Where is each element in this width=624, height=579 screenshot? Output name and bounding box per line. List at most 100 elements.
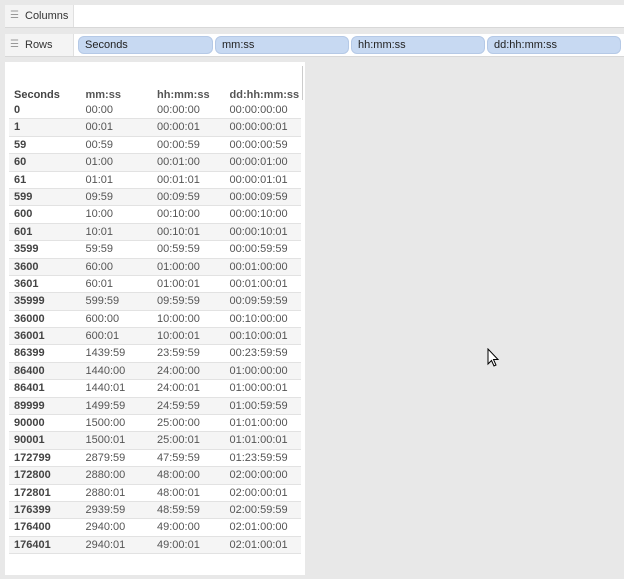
table-cell: 600:00 [85,312,120,325]
pill-hh-mm-ss[interactable]: hh:mm:ss [351,36,485,54]
column-resize-handle[interactable] [302,66,303,100]
table-cell: 90001 [14,434,45,447]
table-cell: 02:01:00:01 [229,538,288,551]
table-row[interactable]: 176401 2940:01 49:00:01 02:01:00:01 [9,536,301,555]
table-cell: 49:00:00 [157,521,200,534]
table-cell: 1499:59 [85,399,126,412]
table-row[interactable]: 3599 59:59 00:59:59 00:00:59:59 [9,241,301,259]
table-row[interactable]: 36000 600:00 10:00:00 00:10:00:00 [9,311,301,329]
table-cell: 00:00 [85,104,114,116]
table-cell: 60:00 [85,260,114,273]
table-cell: 00:00:00:00 [229,104,288,116]
table-row[interactable]: 86399 1439:59 23:59:59 00:23:59:59 [9,345,301,363]
table-cell: 176399 [14,503,51,516]
table-cell: 00:00:10:01 [229,225,288,238]
table-cell: 49:00:01 [157,538,200,551]
table-cell: 00:00:00:01 [229,121,288,134]
table-cell: 1440:01 [85,382,126,395]
table-cell: 00:09:59 [157,190,200,203]
table-cell: 00:00:01:00 [229,156,288,169]
table-cell: 00:00:09:59 [229,190,288,203]
pill-mm-ss[interactable]: mm:ss [215,36,349,54]
rows-shelf-label: ☰ Rows [5,34,74,56]
table-cell: 01:01:00:01 [229,434,288,447]
table-cell: 172801 [14,486,51,499]
table-cell: 00:01:00:00 [229,260,288,273]
table-row[interactable]: 86401 1440:01 24:00:01 01:00:00:01 [9,380,301,398]
table-row[interactable]: 59 00:59 00:00:59 00:00:00:59 [9,137,301,155]
header-hh-mm-ss[interactable]: hh:mm:ss [157,89,230,101]
table-row[interactable]: 599 09:59 00:09:59 00:00:09:59 [9,188,301,207]
table-cell: 00:01:00:01 [229,277,288,290]
table-cell: 00:10:00 [157,208,200,221]
table-row[interactable]: 61 01:01 00:01:01 00:00:01:01 [9,172,301,189]
table-row[interactable]: 172801 2880:01 48:00:01 02:00:00:01 [9,485,301,502]
table-row[interactable]: 90000 1500:00 25:00:00 01:01:00:00 [9,415,301,433]
table-cell: 176401 [14,538,51,551]
columns-shelf-label: ☰ Columns [5,5,74,27]
header-dd-hh-mm-ss[interactable]: dd:hh:mm:ss [230,89,302,101]
table-cell: 3599 [14,243,39,256]
table-cell: 599 [14,190,33,203]
table-cell: 24:00:00 [157,364,200,377]
table-row[interactable]: 0 00:00 00:00:00 00:00:00:00 [9,102,301,120]
table-row[interactable]: 3600 60:00 01:00:00 00:01:00:00 [9,258,301,276]
rows-icon: ☰ [10,39,19,50]
table-cell: 00:23:59:59 [229,347,288,360]
table-cell: 00:09:59:59 [229,295,288,308]
table-cell: 00:01:00 [157,156,200,169]
table-cell: 00:00:10:00 [229,208,288,221]
table-cell: 23:59:59 [157,347,200,360]
table-cell: 01:00:00:00 [229,364,288,377]
table-cell: 01:00:59:59 [229,399,288,412]
table-row[interactable]: 86400 1440:00 24:00:00 01:00:00:00 [9,362,301,381]
table-cell: 60:01 [85,277,114,290]
table-cell: 00:01:01 [157,173,200,186]
columns-icon: ☰ [10,10,19,21]
table-cell: 60 [14,156,27,169]
table-cell: 600 [14,208,33,221]
header-mm-ss[interactable]: mm:ss [86,89,158,101]
table-cell: 1440:00 [85,364,126,377]
table-row[interactable]: 601 10:01 00:10:01 00:00:10:01 [9,223,301,242]
rows-shelf[interactable]: ☰ Rows Seconds mm:ss hh:mm:ss dd:hh:mm:ss [5,34,624,57]
table-row[interactable]: 35999 599:59 09:59:59 00:09:59:59 [9,293,301,311]
table-cell: 00:00:59:59 [229,243,288,256]
table-cell: 00:00:01 [157,121,200,134]
table-cell: 10:00:00 [157,312,200,325]
table-cell: 172799 [14,451,51,464]
table-cell: 0 [14,104,21,116]
pill-seconds[interactable]: Seconds [78,36,213,54]
table-cell: 10:00 [85,208,114,221]
table-cell: 01:00:00:01 [229,382,288,395]
table-row[interactable]: 60 01:00 00:01:00 00:00:01:00 [9,154,301,172]
table-cell: 24:59:59 [157,399,200,412]
table-cell: 48:00:00 [157,469,200,482]
table-row[interactable]: 176399 2939:59 48:59:59 02:00:59:59 [9,501,301,520]
table-header: Seconds mm:ss hh:mm:ss dd:hh:mm:ss [14,89,301,101]
table-cell: 00:10:00:00 [229,312,288,325]
table-row[interactable]: 600 10:00 00:10:00 00:00:10:00 [9,206,301,224]
table-cell: 176400 [14,521,51,534]
columns-shelf[interactable]: ☰ Columns [5,5,624,28]
table-cell: 02:01:00:00 [229,521,288,534]
table-row[interactable]: 172800 2880:00 48:00:00 02:00:00:00 [9,467,301,485]
table-row[interactable]: 36001 600:01 10:00:01 00:10:00:01 [9,328,301,346]
crosstab-view: Seconds mm:ss hh:mm:ss dd:hh:mm:ss 0 00:0… [5,62,305,575]
table-cell: 172800 [14,469,51,482]
table-cell: 24:00:01 [157,382,200,395]
table-cell: 48:59:59 [157,503,200,516]
table-row[interactable]: 90001 1500:01 25:00:01 01:01:00:01 [9,432,301,450]
table-row[interactable]: 3601 60:01 01:00:01 00:01:00:01 [9,276,301,294]
table-cell: 59:59 [85,243,114,256]
table-cell: 61 [14,173,27,186]
table-row[interactable]: 176400 2940:00 49:00:00 02:01:00:00 [9,519,301,537]
table-row[interactable]: 172799 2879:59 47:59:59 01:23:59:59 [9,450,301,468]
header-seconds[interactable]: Seconds [14,89,86,101]
pill-dd-hh-mm-ss[interactable]: dd:hh:mm:ss [487,36,621,54]
table-cell: 1500:00 [85,417,126,430]
mouse-cursor-icon [487,348,500,367]
table-row[interactable]: 1 00:01 00:00:01 00:00:00:01 [9,119,301,137]
table-cell: 86399 [14,347,45,360]
table-row[interactable]: 89999 1499:59 24:59:59 01:00:59:59 [9,397,301,416]
